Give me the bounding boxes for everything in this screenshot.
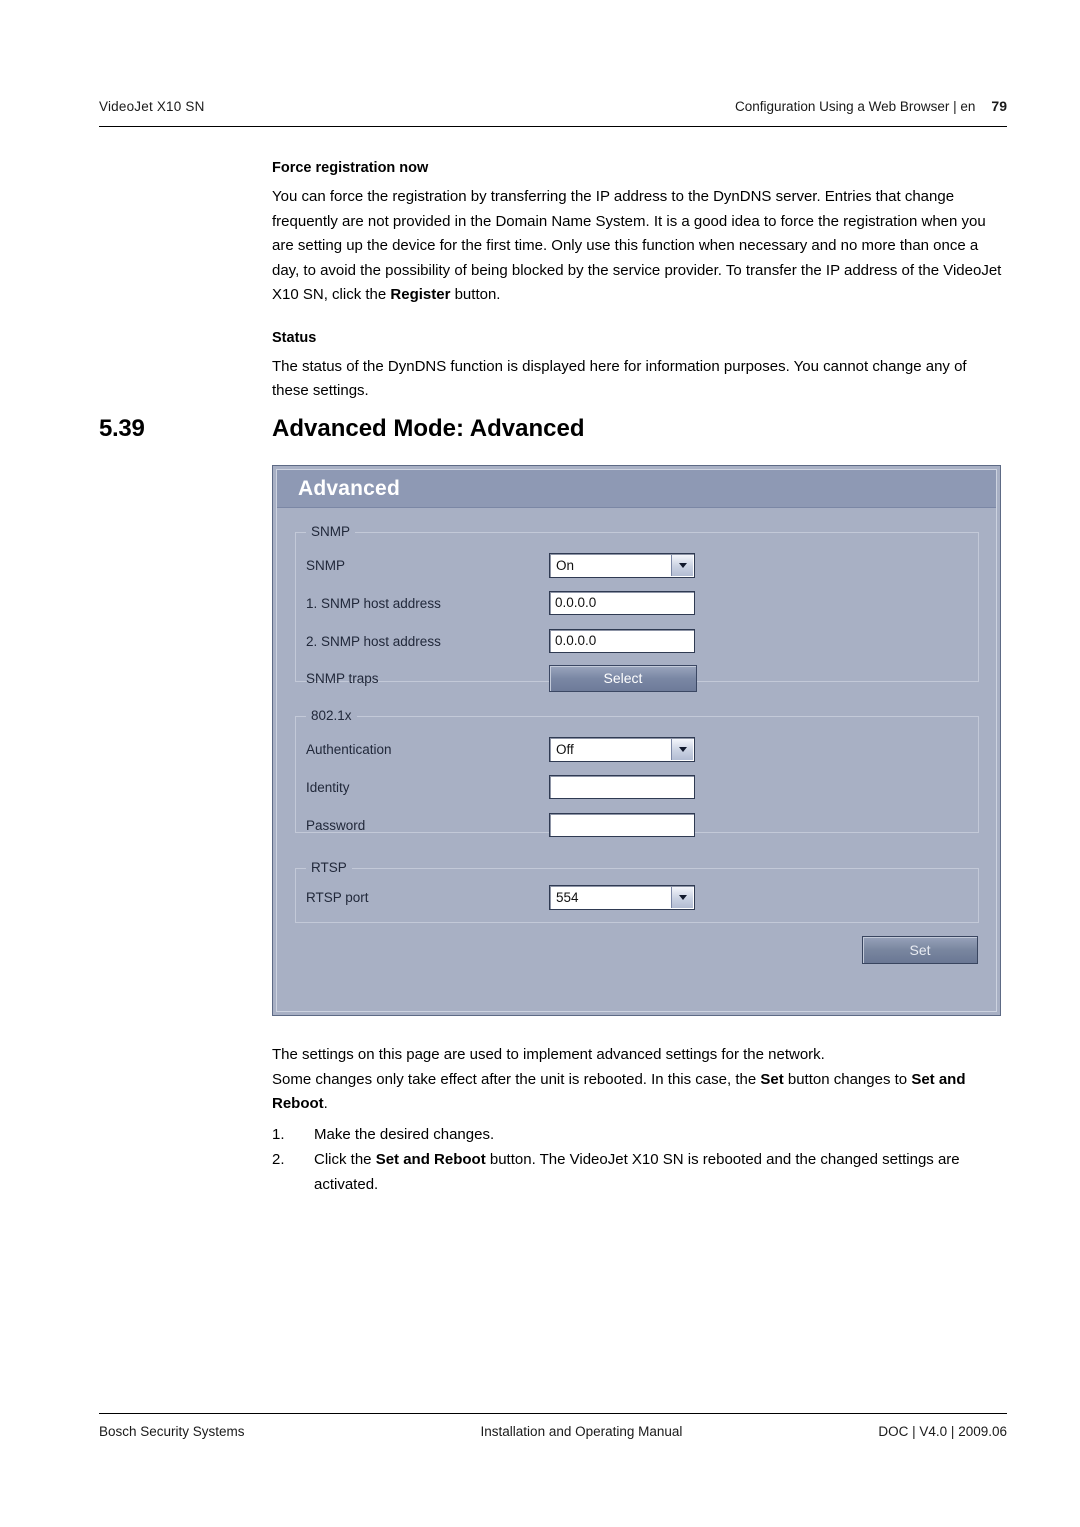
screenshot-title-bar: Advanced [277,470,996,508]
rtsp-port-select[interactable]: 554 [549,884,695,910]
force-registration-paragraph: You can force the registration by transf… [272,185,1007,308]
snmp-group: SNMP SNMP On 1. SNMP host address 0.0.0.… [295,524,979,692]
password-label: Password [306,817,366,833]
header-chapter-title: Configuration Using a Web Browser | en [735,99,976,114]
list-item: 1. Make the desired changes. [272,1123,1012,1148]
snmp-traps-label: SNMP traps [306,670,379,686]
step-2-number: 2. [272,1151,285,1168]
page-body-bottom: The settings on this page are used to im… [272,1043,1012,1198]
snmp-enable-label: SNMP [306,557,346,573]
chevron-down-icon[interactable] [671,554,693,576]
document-page: VideoJet X10 SN Configuration Using a We… [0,0,1080,1527]
header-page-number: 79 [991,98,1007,114]
reboot-note-text-1: Some changes only take effect after the … [272,1070,761,1088]
screenshot-frame: Advanced SNMP SNMP On 1. SNMP host addre… [276,469,997,1012]
snmp-traps-row: SNMP traps Select [306,664,697,692]
password-row: Password [306,811,695,839]
set-button[interactable]: Set [862,936,978,964]
step-2-text-a: Click the [314,1151,376,1168]
page-header: VideoJet X10 SN Configuration Using a We… [99,98,1007,120]
authentication-row: Authentication Off [306,735,695,763]
footer-doc-version: DOC | V4.0 | 2009.06 [878,1424,1007,1439]
snmp-enable-value: On [556,557,575,573]
snmp-host-2-input[interactable]: 0.0.0.0 [549,629,695,653]
snmp-traps-select-button[interactable]: Select [549,664,697,692]
reboot-note-paragraph: Some changes only take effect after the … [272,1068,1012,1117]
authentication-select[interactable]: Off [549,736,695,762]
status-paragraph: The status of the DynDNS function is dis… [272,357,967,400]
reboot-note-text-3: . [323,1095,328,1112]
advanced-settings-screenshot: Advanced SNMP SNMP On 1. SNMP host addre… [272,465,1001,1016]
rtsp-port-value: 554 [556,889,579,905]
footer-company: Bosch Security Systems [99,1424,245,1439]
rtsp-group-legend: RTSP [306,860,352,875]
identity-input[interactable] [549,775,695,799]
section-title: Advanced Mode: Advanced [272,415,585,442]
authentication-label: Authentication [306,741,392,757]
step-1-number: 1. [272,1125,285,1143]
rtsp-port-row: RTSP port 554 [306,883,695,911]
snmp-host-1-label: 1. SNMP host address [306,595,441,611]
force-registration-text-1: You can force the registration by transf… [272,188,1002,303]
status-heading: Status [272,329,317,346]
snmp-group-legend: SNMP [306,524,356,539]
snmp-host-2-row: 2. SNMP host address 0.0.0.0 [306,627,695,655]
section-number: 5.39 [99,415,145,442]
force-registration-heading: Force registration now [272,160,429,176]
snmp-host-1-row: 1. SNMP host address 0.0.0.0 [306,589,695,617]
footer-divider [99,1413,1007,1414]
authentication-value: Off [556,741,574,757]
reboot-note-text-2: button changes to [783,1070,912,1088]
identity-row: Identity [306,773,695,801]
chevron-down-icon[interactable] [671,738,693,760]
steps-list: 1. Make the desired changes. 2. Click th… [272,1123,1012,1198]
dot1x-group-legend: 802.1x [306,708,357,723]
snmp-enable-select[interactable]: On [549,552,695,578]
identity-label: Identity [306,779,350,795]
advanced-settings-paragraph: The settings on this page are used to im… [272,1046,825,1063]
step-2-bold: Set and Reboot [375,1151,486,1168]
footer-manual-title: Installation and Operating Manual [480,1424,683,1439]
page-footer: Bosch Security Systems Installation and … [99,1424,1007,1439]
header-divider [99,126,1007,127]
set-button-mention: Set [760,1070,784,1088]
section-heading: 5.39 Advanced Mode: Advanced [99,415,1007,443]
snmp-enable-row: SNMP On [306,551,695,579]
snmp-host-1-input[interactable]: 0.0.0.0 [549,591,695,615]
dot1x-group: 802.1x Authentication Off Identity Passw… [295,708,979,837]
register-button-mention: Register [390,286,451,303]
force-registration-text-2: button. [450,286,501,303]
rtsp-group: RTSP RTSP port 554 [295,860,979,923]
list-item: 2. Click the Set and Reboot button. The … [272,1148,1012,1197]
rtsp-port-label: RTSP port [306,889,369,905]
step-2-text: Click the Set and Reboot button. The Vid… [314,1148,1012,1197]
snmp-host-2-label: 2. SNMP host address [306,633,441,649]
header-product-name: VideoJet X10 SN [99,99,205,114]
page-body-top: Force registration now You can force the… [272,160,1007,404]
password-input[interactable] [549,813,695,837]
chevron-down-icon[interactable] [671,886,693,908]
step-1-text: Make the desired changes. [314,1125,495,1143]
